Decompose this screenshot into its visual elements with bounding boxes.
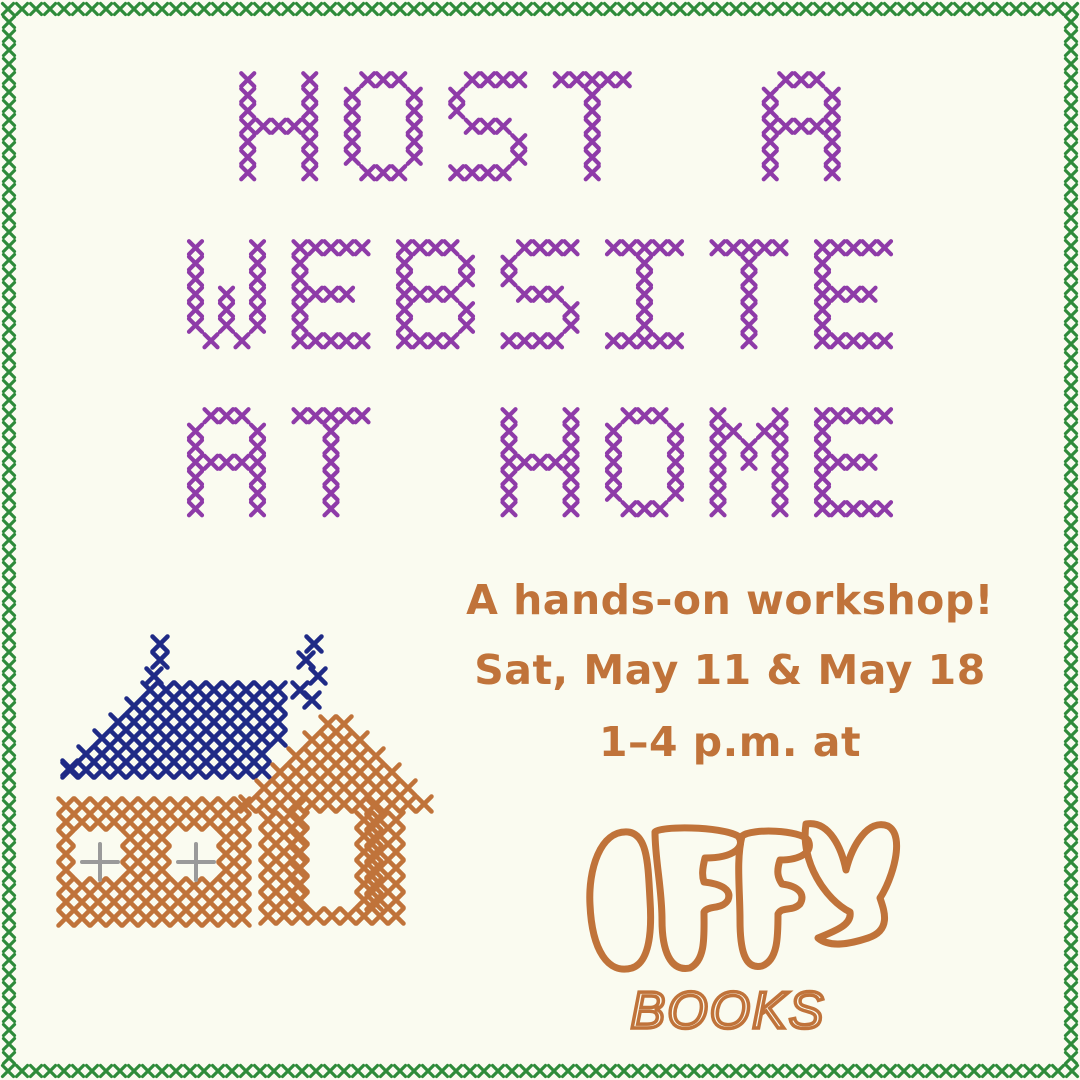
cross-stitch-house-icon bbox=[56, 634, 434, 928]
headline-line-1 bbox=[239, 71, 841, 182]
workshop-time: 1–4 p.m. at bbox=[598, 718, 862, 766]
headline-line-2 bbox=[186, 239, 894, 350]
iffy-books-logo: BOOKS bbox=[586, 820, 900, 1042]
headline-line-3 bbox=[186, 407, 894, 518]
workshop-poster: BOOKS A hands-on workshop! Sat, May 11 &… bbox=[0, 0, 1080, 1080]
headline bbox=[186, 71, 894, 518]
cross-stitch-canvas: BOOKS bbox=[0, 1, 1080, 1079]
workshop-dates: Sat, May 11 & May 18 bbox=[474, 646, 986, 694]
workshop-tagline: A hands-on workshop! bbox=[466, 576, 994, 624]
logo-subtext: BOOKS bbox=[631, 982, 826, 1040]
